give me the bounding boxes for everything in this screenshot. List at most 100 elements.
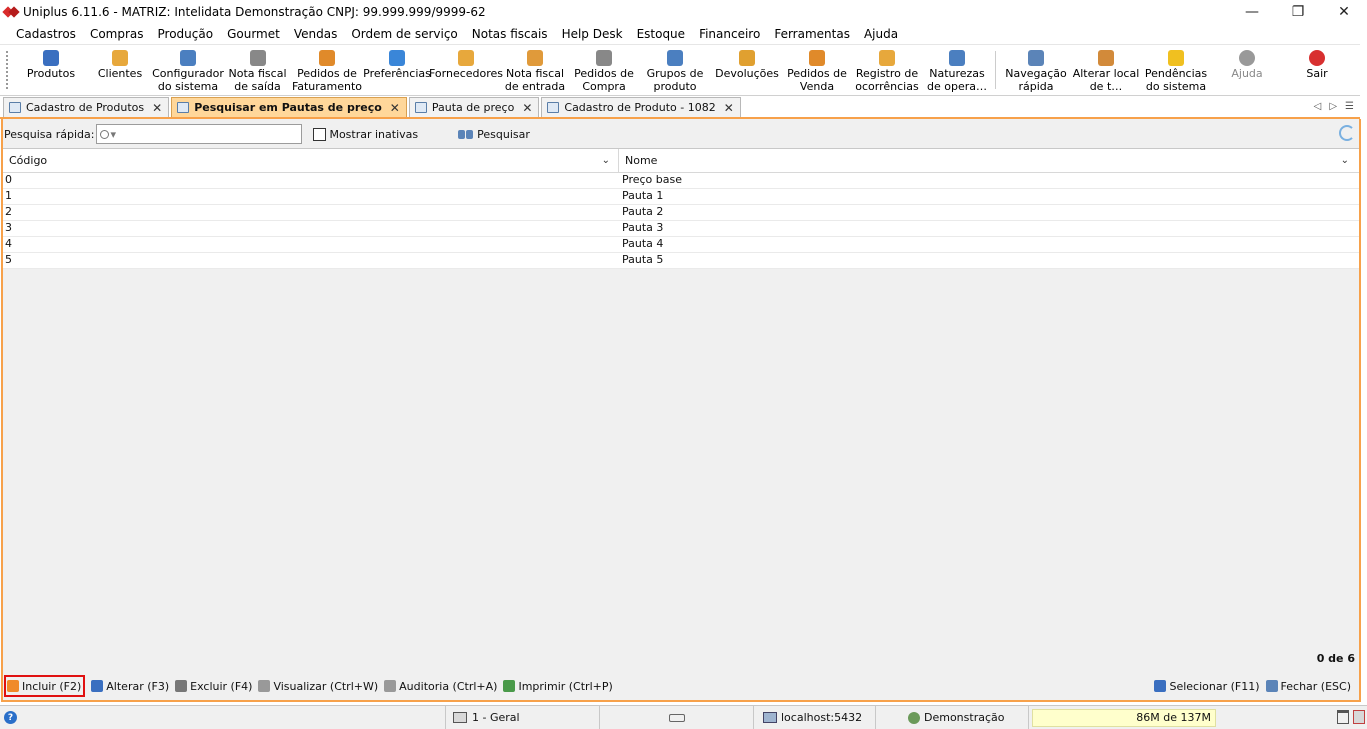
menu-financeiro[interactable]: Financeiro	[692, 27, 767, 41]
imprimir-button[interactable]: Imprimir (Ctrl+P)	[503, 675, 613, 697]
invoice-in-icon	[527, 50, 543, 66]
menu-estoque[interactable]: Estoque	[630, 27, 693, 41]
toolbar-button-label: Preferências	[363, 67, 431, 80]
action-label: Visualizar (Ctrl+W)	[273, 679, 379, 693]
toolbar-button-naturezas-de-opera[interactable]: Naturezas de opera…	[923, 45, 991, 95]
refresh-icon[interactable]	[1339, 125, 1355, 141]
toolbar-button-configurador-do-sistema[interactable]: Configurador do sistema	[152, 45, 224, 95]
toolbar-button-devolucoes[interactable]: Devoluções	[711, 45, 783, 95]
minimize-button[interactable]: —	[1229, 0, 1275, 24]
action-bar: Incluir (F2) Alterar (F3) Excluir (F4) Visu…	[3, 674, 1359, 698]
menu-cadastros[interactable]: Cadastros	[9, 27, 83, 41]
action-label: Auditoria (Ctrl+A)	[399, 679, 498, 693]
selecionar-button[interactable]: Selecionar (F11)	[1154, 675, 1260, 697]
table-row[interactable]: 1 Pauta 1	[3, 189, 1359, 205]
close-icon[interactable]: ✕	[152, 101, 162, 115]
menu-vendas[interactable]: Vendas	[287, 27, 345, 41]
menu-ferramentas[interactable]: Ferramentas	[767, 27, 857, 41]
person-icon	[112, 50, 128, 66]
toolbar-button-label: Naturezas de opera…	[927, 67, 987, 93]
tab-cadastro-de-produtos[interactable]: Cadastro de Produtos ✕	[3, 97, 170, 117]
menu-notas-fiscais[interactable]: Notas fiscais	[465, 27, 555, 41]
excluir-button[interactable]: Excluir (F4)	[175, 675, 252, 697]
grid-header: Código ⌄ Nome ⌄	[3, 149, 1359, 173]
toolbar-button-navegacao-rapida[interactable]: Navegação rápida	[1000, 45, 1072, 95]
tab-label: Pesquisar em Pautas de preço	[194, 101, 382, 114]
toolbar-button-grupos-de-produto[interactable]: Grupos de produto	[639, 45, 711, 95]
toolbar-button-label: Pedidos de Faturamento	[291, 67, 363, 93]
search-button[interactable]: Pesquisar	[458, 128, 530, 141]
visualizar-button[interactable]: Visualizar (Ctrl+W)	[258, 675, 378, 697]
status-bar: ? 1 - Geral localhost:5432 Demonstração …	[0, 705, 1367, 729]
toolbar-button-alterar-local-de-t[interactable]: Alterar local de t…	[1072, 45, 1140, 95]
menu-compras[interactable]: Compras	[83, 27, 151, 41]
price-list-grid: Código ⌄ Nome ⌄ 0 Preço base 1 Pauta 1 2 Paut…	[3, 148, 1359, 642]
status-module[interactable]: 1 - Geral	[446, 705, 600, 729]
toolbar-button-preferencias[interactable]: Preferências	[363, 45, 431, 95]
close-icon[interactable]: ✕	[390, 101, 400, 115]
trash-icon[interactable]	[1337, 710, 1349, 724]
toolbar-button-pedidos-de-compra[interactable]: Pedidos de Compra	[569, 45, 639, 95]
close-icon[interactable]: ✕	[522, 101, 532, 115]
table-row[interactable]: 4 Pauta 4	[3, 237, 1359, 253]
search-dropdown-icon[interactable]: ▾	[110, 128, 116, 141]
quick-search-input[interactable]: ▾	[96, 124, 303, 144]
incluir-button[interactable]: Incluir (F2)	[4, 675, 86, 697]
toolbar-button-label: Ajuda	[1231, 67, 1263, 80]
table-row[interactable]: 2 Pauta 2	[3, 205, 1359, 221]
toolbar-button-pedidos-de-faturamento[interactable]: Pedidos de Faturamento	[291, 45, 363, 95]
toolbar-button-pendencias-do-sistema[interactable]: Pendências do sistema	[1140, 45, 1212, 95]
tab-list-icon[interactable]: ☰	[1345, 101, 1354, 112]
toolbar-button-nota-fiscal-de-saida[interactable]: Nota fiscal de saída	[224, 45, 291, 95]
memory-usage: 86M de 137M	[1032, 708, 1216, 727]
toolbar-button-label: Devoluções	[715, 67, 779, 80]
restore-button[interactable]: ❐	[1275, 0, 1321, 24]
table-row[interactable]: 5 Pauta 5	[3, 253, 1359, 269]
toolbar-button-pedidos-de-venda[interactable]: Pedidos de Venda	[783, 45, 851, 95]
chevron-down-icon[interactable]: ⌄	[602, 155, 610, 166]
column-header-codigo[interactable]: Código ⌄	[3, 149, 619, 172]
auditoria-button[interactable]: Auditoria (Ctrl+A)	[384, 675, 497, 697]
menu-help-desk[interactable]: Help Desk	[555, 27, 630, 41]
toolbar-button-clientes[interactable]: Clientes	[88, 45, 152, 95]
show-inactive-checkbox[interactable]	[313, 127, 327, 141]
quick-search-label: Pesquisa rápida:	[4, 127, 95, 141]
tab-cadastro-de-produto-1082[interactable]: Cadastro de Produto - 1082 ✕	[541, 97, 741, 117]
table-row[interactable]: 3 Pauta 3	[3, 221, 1359, 237]
toolbar-button-label: Pedidos de Venda	[787, 67, 847, 93]
toolbar-button-fornecedores[interactable]: Fornecedores	[429, 45, 503, 95]
product-group-icon	[667, 50, 683, 66]
tab-pesquisar-em-pautas-de-preco[interactable]: Pesquisar em Pautas de preço ✕	[171, 97, 407, 117]
window-icon	[547, 102, 560, 113]
menu-producao[interactable]: Produção	[151, 27, 221, 41]
status-user[interactable]: Demonstração	[876, 705, 1029, 729]
tab-pauta-de-preco[interactable]: Pauta de preço ✕	[408, 97, 540, 117]
show-inactive-option[interactable]: Mostrar inativas	[313, 127, 418, 141]
tab-next-icon[interactable]: ▷	[1329, 101, 1337, 112]
menu-gourmet[interactable]: Gourmet	[220, 27, 287, 41]
cell-codigo: 2	[5, 205, 12, 218]
search-icon	[100, 129, 110, 139]
toolbar-button-nota-fiscal-de-entrada[interactable]: Nota fiscal de entrada	[501, 45, 569, 95]
toolbar-button-sair[interactable]: Sair	[1282, 45, 1352, 95]
toolbar-button-label: Registro de ocorrências	[855, 67, 919, 93]
window-icon	[177, 102, 190, 113]
close-icon[interactable]: ✕	[724, 101, 734, 115]
toolbar-button-produtos[interactable]: Produtos	[14, 45, 88, 95]
column-header-nome[interactable]: Nome ⌄	[619, 149, 1357, 172]
help-icon[interactable]: ?	[4, 711, 17, 724]
chevron-down-icon[interactable]: ⌄	[1341, 155, 1349, 166]
menu-ajuda[interactable]: Ajuda	[857, 27, 905, 41]
table-row[interactable]: 0 Preço base	[3, 173, 1359, 189]
alterar-button[interactable]: Alterar (F3)	[91, 675, 169, 697]
toolbar-button-registro-de-ocorrencias[interactable]: Registro de ocorrências	[851, 45, 923, 95]
toolbar-button-ajuda[interactable]: Ajuda	[1212, 45, 1282, 95]
fechar-button[interactable]: Fechar (ESC)	[1265, 675, 1351, 697]
close-button[interactable]: ✕	[1321, 0, 1367, 24]
calendar-icon[interactable]	[1353, 710, 1365, 724]
toolbar-button-label: Nota fiscal de saída	[228, 67, 287, 93]
title-bar: Uniplus 6.11.6 - MATRIZ: Intelidata Demo…	[0, 0, 1367, 24]
menu-ordem-servico[interactable]: Ordem de serviço	[344, 27, 464, 41]
toolbar-grip[interactable]	[6, 51, 10, 89]
tab-prev-icon[interactable]: ◁	[1314, 101, 1322, 112]
